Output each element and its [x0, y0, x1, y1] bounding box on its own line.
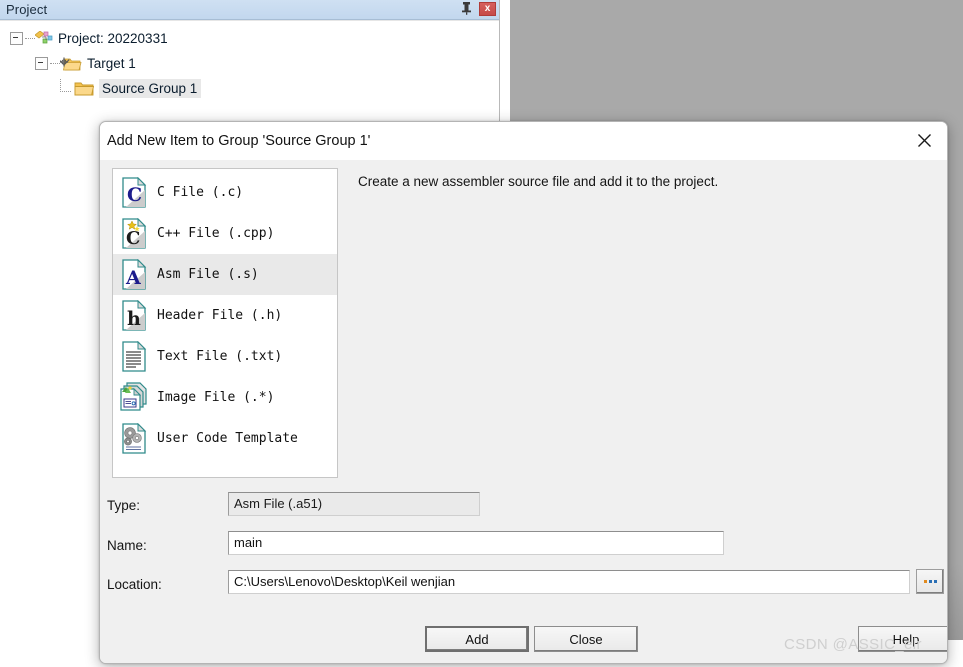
dialog-body: C C File (.c) C C++ File (.cpp) A Asm Fi…	[100, 160, 947, 663]
location-input[interactable]: C:\Users\Lenovo\Desktop\Keil wenjian	[228, 570, 910, 594]
file-type-description: Create a new assembler source file and a…	[358, 174, 719, 189]
help-button[interactable]: Help	[858, 626, 947, 652]
file-type-item-cpp[interactable]: C C++ File (.cpp)	[113, 213, 337, 254]
type-label: Type:	[107, 498, 141, 513]
tree-connector	[50, 62, 60, 65]
file-type-item-asm[interactable]: A Asm File (.s)	[113, 254, 337, 295]
close-icon[interactable]: x	[479, 1, 496, 16]
image-file-icon	[119, 381, 149, 414]
file-type-list[interactable]: C C File (.c) C C++ File (.cpp) A Asm Fi…	[112, 168, 338, 478]
file-type-item-user-code-template[interactable]: User Code Template	[113, 418, 337, 459]
browse-button[interactable]	[916, 569, 944, 594]
file-type-label: C File (.c)	[157, 185, 244, 200]
location-label: Location:	[107, 577, 162, 592]
file-type-item-header[interactable]: h Header File (.h)	[113, 295, 337, 336]
close-button[interactable]: Close	[534, 626, 638, 652]
svg-text:A: A	[125, 267, 141, 289]
app-root: Project x Project: 20220331 Target 1 Sou…	[0, 0, 963, 667]
folder-icon	[74, 81, 94, 97]
user-code-template-icon	[119, 422, 149, 455]
tree-item-target[interactable]: Target 1	[0, 51, 499, 76]
tree-item-label: Project: 20220331	[58, 31, 168, 46]
file-type-label: Asm File (.s)	[157, 267, 259, 282]
project-panel-title: Project	[6, 2, 48, 17]
browse-dot	[923, 580, 927, 583]
file-type-label: C++ File (.cpp)	[157, 226, 275, 241]
type-field: Asm File (.a51)	[228, 492, 480, 516]
asm-file-icon: A	[119, 258, 149, 291]
project-panel-title-buttons: x	[459, 1, 496, 16]
tree-connector	[60, 79, 71, 92]
tree-item-source-group[interactable]: Source Group 1	[0, 76, 499, 101]
file-type-label: Image File (.*)	[157, 390, 275, 405]
dialog-titlebar: Add New Item to Group 'Source Group 1'	[100, 122, 947, 160]
project-icon	[35, 31, 53, 46]
svg-text:C: C	[126, 228, 140, 249]
header-file-icon: h	[119, 299, 149, 332]
cpp-file-icon: C	[119, 217, 149, 250]
tree-connector	[25, 37, 35, 40]
tree-item-label: Source Group 1	[99, 79, 202, 98]
add-new-item-dialog: Add New Item to Group 'Source Group 1' C…	[99, 121, 948, 664]
file-type-label: Text File (.txt)	[157, 349, 283, 364]
file-type-item-c[interactable]: C C File (.c)	[113, 172, 337, 213]
file-type-item-image[interactable]: Image File (.*)	[113, 377, 337, 418]
tree-item-label: Target 1	[87, 56, 136, 71]
svg-text:h: h	[127, 308, 141, 330]
svg-text:C: C	[127, 184, 142, 206]
close-icon[interactable]	[901, 122, 947, 159]
pin-icon[interactable]	[459, 1, 474, 16]
name-input[interactable]: main	[228, 531, 724, 555]
c-file-icon: C	[119, 176, 149, 209]
file-type-item-text[interactable]: Text File (.txt)	[113, 336, 337, 377]
file-type-label: User Code Template	[157, 431, 298, 446]
target-icon	[60, 56, 82, 72]
browse-dot	[933, 580, 937, 583]
name-label: Name:	[107, 538, 147, 553]
text-file-icon	[119, 340, 149, 373]
dialog-title: Add New Item to Group 'Source Group 1'	[107, 133, 371, 149]
file-type-label: Header File (.h)	[157, 308, 283, 323]
browse-dot	[928, 580, 932, 583]
expander-icon[interactable]	[35, 57, 48, 70]
project-panel-titlebar: Project x	[0, 0, 499, 20]
add-button[interactable]: Add	[425, 626, 529, 652]
tree-item-project[interactable]: Project: 20220331	[0, 26, 499, 51]
expander-icon[interactable]	[10, 32, 23, 45]
